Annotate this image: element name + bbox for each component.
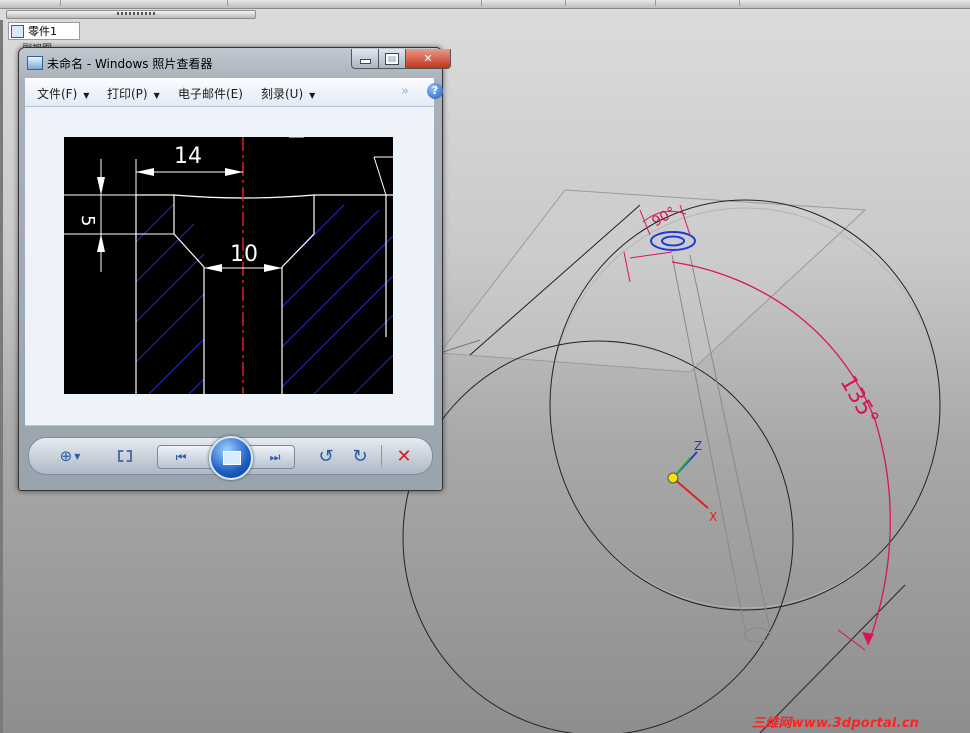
menu-file-label: 文件(F) bbox=[37, 87, 78, 101]
next-icon[interactable]: ⏭ bbox=[262, 448, 288, 466]
menu-file[interactable]: 文件(F) ▼ bbox=[37, 85, 89, 102]
viewer-control-bar: ⊕ ▼ ⏮ ⏭ ↺ ↻ ✕ bbox=[28, 436, 433, 480]
delete-icon[interactable]: ✕ bbox=[393, 445, 415, 467]
dimension-bottom-label: 10 bbox=[230, 242, 258, 267]
axis-z-label: Z bbox=[694, 439, 702, 453]
window-titlebar[interactable]: 未命名 - Windows 照片查看器 ✕ bbox=[19, 48, 451, 76]
axis-x-line bbox=[672, 477, 709, 509]
axis-x-label: X bbox=[709, 510, 717, 524]
angle-main-arrowhead bbox=[862, 632, 874, 645]
slideshow-button[interactable] bbox=[209, 436, 253, 480]
rotate-cw-icon[interactable]: ↻ bbox=[349, 445, 371, 467]
cylinder-silhouette-bottom bbox=[759, 584, 906, 733]
chevron-more-icon[interactable]: » bbox=[401, 84, 409, 99]
slideshow-icon bbox=[223, 451, 241, 465]
cad-drawing-image: 14 5 10 bbox=[64, 137, 393, 394]
dropdown-arrow-icon: ▼ bbox=[153, 91, 160, 100]
menu-email-label: 电子邮件(E) bbox=[178, 87, 243, 101]
cylinder-front-face bbox=[402, 340, 794, 733]
menu-bar: 文件(F) ▼ 打印(P) ▼ 电子邮件(E) 刻录(U) ▼ » ? bbox=[25, 78, 443, 107]
tree-root-label: 零件1 bbox=[28, 25, 57, 38]
menu-burn-label: 刻录(U) bbox=[261, 87, 304, 101]
menu-email[interactable]: 电子邮件(E) bbox=[178, 85, 243, 102]
actual-size-icon[interactable] bbox=[115, 446, 135, 466]
menu-print-label: 打印(P) bbox=[107, 87, 148, 101]
window-title: 未命名 - Windows 照片查看器 bbox=[47, 57, 213, 71]
bore-end bbox=[743, 627, 771, 643]
maximize-button[interactable] bbox=[378, 49, 406, 69]
help-icon[interactable]: ? bbox=[427, 83, 443, 99]
zoom-icon[interactable]: ⊕ ▼ bbox=[55, 446, 85, 466]
tree-root-item[interactable]: 零件1 bbox=[8, 22, 80, 40]
close-button[interactable]: ✕ bbox=[405, 49, 451, 69]
dimension-top-label: 14 bbox=[174, 144, 202, 169]
separator bbox=[381, 445, 382, 467]
photo-area: 14 5 10 bbox=[25, 107, 434, 426]
menu-print[interactable]: 打印(P) ▼ bbox=[107, 85, 160, 102]
part-icon bbox=[11, 24, 24, 38]
menu-burn[interactable]: 刻录(U) ▼ bbox=[261, 85, 315, 102]
photo-viewer-window: 未命名 - Windows 照片查看器 ✕ 文件(F) ▼ 打印(P) ▼ 电子邮件… bbox=[18, 47, 451, 491]
angle-main-extension bbox=[837, 629, 866, 651]
origin-point[interactable] bbox=[667, 472, 679, 484]
dropdown-arrow-icon: ▼ bbox=[83, 91, 90, 100]
dimension-left-label: 5 bbox=[77, 215, 98, 226]
minimize-button[interactable] bbox=[351, 49, 379, 69]
previous-icon[interactable]: ⏮ bbox=[168, 448, 194, 466]
photo-viewer-icon bbox=[27, 56, 43, 70]
rotate-ccw-icon[interactable]: ↺ bbox=[315, 445, 337, 467]
watermark: 三维网www.3dportal.cn bbox=[752, 716, 920, 731]
angle-main-label: 135° bbox=[835, 372, 883, 430]
dropdown-arrow-icon: ▼ bbox=[309, 91, 316, 100]
